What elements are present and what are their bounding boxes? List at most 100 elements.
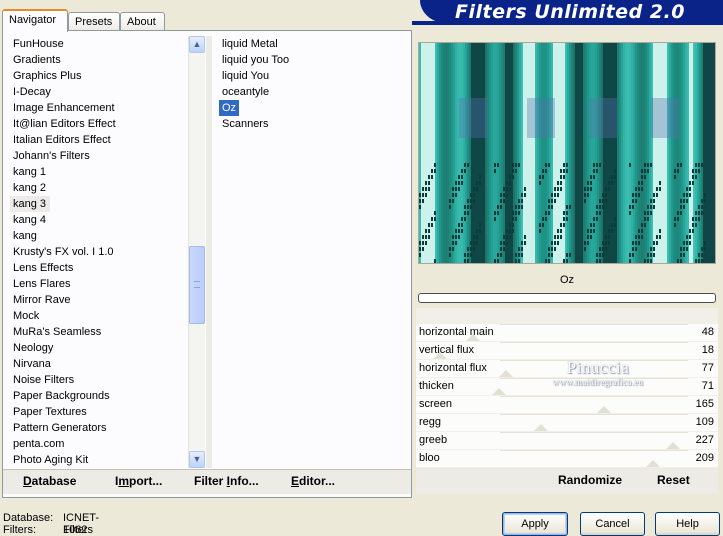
parameter-label: screen [419, 398, 453, 410]
tab-navigator[interactable]: Navigator [2, 9, 68, 32]
database-button[interactable]: Database [23, 474, 76, 488]
filter-item[interactable]: Oz [219, 100, 409, 116]
watermark: Pinuccia www.maidiregrafica.eu [538, 358, 658, 387]
category-item-label: Mock [13, 310, 40, 322]
slider-pointer-icon[interactable] [433, 352, 447, 359]
slider-pointer-icon[interactable] [499, 370, 513, 377]
parameter-slider[interactable]: bloo 209 [416, 450, 718, 467]
category-item[interactable]: kang 1 [10, 164, 188, 180]
category-item[interactable]: Lens Effects [10, 260, 188, 276]
category-item-label: Italian Editors Effect [13, 134, 111, 146]
category-item-label: Noise Filters [13, 374, 75, 386]
category-item[interactable]: FunHouse [10, 36, 188, 52]
slider-track[interactable] [500, 450, 688, 453]
slider-pointer-icon[interactable] [492, 388, 506, 395]
filter-item[interactable]: liquid Metal [219, 36, 409, 52]
category-item-label: Graphics Plus [13, 70, 82, 82]
category-item[interactable]: Image Enhancement [10, 100, 188, 116]
parameter-slider[interactable]: horizontal main 48 [416, 324, 718, 341]
filter-item[interactable]: liquid You [219, 68, 409, 84]
filter-list[interactable]: liquid Metal liquid you Too liquid You ocea… [219, 36, 409, 132]
category-item[interactable]: Pattern Generators [10, 420, 188, 436]
category-item[interactable]: Krusty's FX vol. I 1.0 [10, 244, 188, 260]
apply-button[interactable]: Apply [502, 512, 568, 536]
list-divider [206, 36, 212, 468]
category-item-label: Lens Effects [13, 262, 74, 274]
category-item[interactable]: Nirvana [10, 356, 188, 372]
help-button[interactable]: Help [655, 512, 720, 536]
parameter-label: greeb [419, 434, 448, 446]
category-item[interactable]: kang [10, 228, 188, 244]
tab-presets[interactable]: Presets [68, 12, 120, 31]
parameter-label: horizontal main [419, 326, 494, 338]
slider-pointer-icon[interactable] [666, 442, 680, 449]
grip-icon [194, 281, 200, 288]
import-button[interactable]: Import... [115, 474, 162, 488]
category-item[interactable]: kang 4 [10, 212, 188, 228]
reset-button[interactable]: Reset [657, 473, 690, 487]
category-item-label: It@lian Editors Effect [13, 118, 116, 130]
slider-pointer-icon[interactable] [466, 334, 480, 341]
category-item-label: MuRa's Seamless [13, 326, 102, 338]
category-item[interactable]: kang 2 [10, 180, 188, 196]
category-item[interactable]: Italian Editors Effect [10, 132, 188, 148]
category-item[interactable]: Gradients [10, 52, 188, 68]
tab-about[interactable]: About [120, 12, 165, 31]
slider-track[interactable] [500, 324, 688, 327]
category-item-label: FunHouse [13, 38, 64, 50]
filter-item-label: Scanners [222, 118, 269, 130]
filter-item-label: liquid Metal [222, 38, 278, 50]
parameter-label: bloo [419, 452, 440, 464]
filter-item-label: liquid You [222, 70, 270, 82]
category-item[interactable]: Photo Aging Kit [10, 452, 188, 468]
slider-pointer-icon[interactable] [646, 460, 660, 467]
category-item[interactable]: Paper Textures [10, 404, 188, 420]
parameter-slider[interactable]: vertical flux 18 [416, 342, 718, 359]
filter-info-before: Filter [194, 474, 227, 488]
slider-pointer-icon[interactable] [597, 406, 611, 413]
category-scrollbar[interactable]: ▲ ▼ [188, 36, 205, 468]
scroll-thumb[interactable] [189, 246, 205, 324]
status-filters-label: Filters: [3, 524, 36, 536]
category-item[interactable]: It@lian Editors Effect [10, 116, 188, 132]
filter-info-rest: nfo... [230, 474, 259, 488]
category-item[interactable]: Lens Flares [10, 276, 188, 292]
import-rest: port... [129, 474, 163, 488]
slider-track[interactable] [500, 396, 688, 399]
category-item[interactable]: Paper Backgrounds [10, 388, 188, 404]
category-item[interactable]: Johann's Filters [10, 148, 188, 164]
parameter-value: 209 [695, 452, 714, 464]
parameter-slider[interactable]: regg 109 [416, 414, 718, 431]
category-list[interactable]: FunHouse Gradients Graphics Plus I-Decay Ima… [10, 36, 188, 468]
parameter-label: thicken [419, 380, 454, 392]
editor-button[interactable]: Editor... [291, 474, 335, 488]
category-item[interactable]: Graphics Plus [10, 68, 188, 84]
slider-pointer-icon[interactable] [534, 424, 548, 431]
slider-track[interactable] [500, 342, 688, 345]
category-item-label: Image Enhancement [13, 102, 115, 114]
filter-info-button[interactable]: Filter Info... [194, 474, 259, 488]
category-item[interactable]: Neology [10, 340, 188, 356]
scroll-down-button[interactable]: ▼ [189, 451, 205, 468]
category-item-label: Photo Aging Kit [13, 454, 89, 466]
filter-item[interactable]: liquid you Too [219, 52, 409, 68]
cancel-button[interactable]: Cancel [580, 512, 645, 536]
scroll-up-button[interactable]: ▲ [189, 36, 205, 53]
category-item[interactable]: I-Decay [10, 84, 188, 100]
filter-item[interactable]: oceantyle [219, 84, 409, 100]
category-item[interactable]: MuRa's Seamless [10, 324, 188, 340]
category-item[interactable]: kang 3 [10, 196, 188, 212]
category-item[interactable]: Mock [10, 308, 188, 324]
slider-track[interactable] [500, 432, 688, 435]
filter-item[interactable]: Scanners [219, 116, 409, 132]
slider-track[interactable] [500, 414, 688, 417]
category-item[interactable]: Mirror Rave [10, 292, 188, 308]
import-accel: m [118, 474, 130, 488]
parameter-slider[interactable]: screen 165 [416, 396, 718, 413]
randomize-button[interactable]: Randomize [558, 473, 622, 487]
status-filters: Filters: 1062 [3, 524, 87, 536]
filter-item-label: liquid you Too [222, 54, 290, 66]
database-accel: D [23, 474, 32, 488]
category-item[interactable]: penta.com [10, 436, 188, 452]
category-item[interactable]: Noise Filters [10, 372, 188, 388]
